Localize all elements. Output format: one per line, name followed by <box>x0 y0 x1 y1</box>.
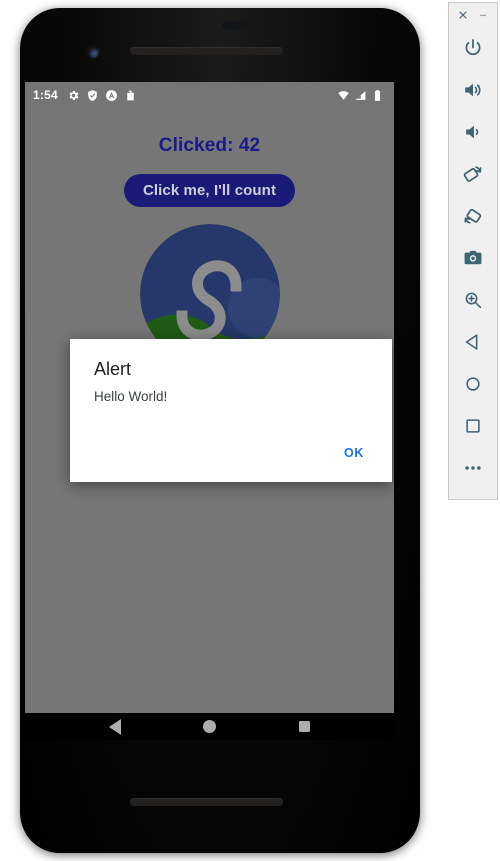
minimize-window-button[interactable] <box>476 8 490 22</box>
back-button[interactable] <box>453 321 493 363</box>
android-navigation-bar <box>25 713 394 740</box>
earpiece-speaker-grille-top <box>130 47 283 55</box>
circle-home-icon <box>203 720 216 733</box>
alert-dialog-actions: OK <box>70 442 392 482</box>
alert-ok-button[interactable]: OK <box>338 442 370 464</box>
speaker-grille-bottom <box>130 798 283 806</box>
nav-back-button[interactable] <box>106 718 124 736</box>
alert-dialog: Alert Hello World! OK <box>70 339 392 482</box>
square-recents-icon <box>299 721 310 732</box>
close-window-button[interactable] <box>456 8 470 22</box>
circled-a-icon <box>105 89 118 102</box>
triangle-back-icon <box>108 718 121 735</box>
bag-lock-icon <box>124 89 137 102</box>
status-bar-clock: 1:54 <box>33 88 58 102</box>
alert-dialog-title: Alert <box>94 359 132 379</box>
emulator-toolbar-panel <box>448 2 498 500</box>
gear-icon <box>67 89 80 102</box>
shield-icon <box>86 89 99 102</box>
cellular-signal-icon <box>354 89 367 102</box>
rotate-right-button[interactable] <box>453 195 493 237</box>
alert-dialog-message: Hello World! <box>94 389 168 404</box>
volume-down-button[interactable] <box>453 111 493 153</box>
nav-recents-button[interactable] <box>296 718 314 736</box>
battery-icon <box>371 89 384 102</box>
count-button-container: Click me, I'll count <box>25 174 394 207</box>
volume-up-button[interactable] <box>453 69 493 111</box>
status-bar: 1:54 <box>25 82 394 108</box>
more-button[interactable] <box>453 447 493 489</box>
screenshot-button[interactable] <box>453 237 493 279</box>
power-button[interactable] <box>453 27 493 69</box>
nav-home-button[interactable] <box>201 718 219 736</box>
sensor-notch <box>222 21 248 30</box>
front-camera-icon <box>87 46 99 58</box>
wifi-icon <box>337 89 350 102</box>
home-button[interactable] <box>453 363 493 405</box>
click-counter-label: Clicked: 42 <box>158 135 261 156</box>
status-bar-right-icons <box>337 89 386 102</box>
overview-button[interactable] <box>453 405 493 447</box>
click-count-button[interactable]: Click me, I'll count <box>123 174 296 207</box>
rotate-left-button[interactable] <box>453 153 493 195</box>
window-controls <box>449 3 497 27</box>
zoom-button[interactable] <box>453 279 493 321</box>
